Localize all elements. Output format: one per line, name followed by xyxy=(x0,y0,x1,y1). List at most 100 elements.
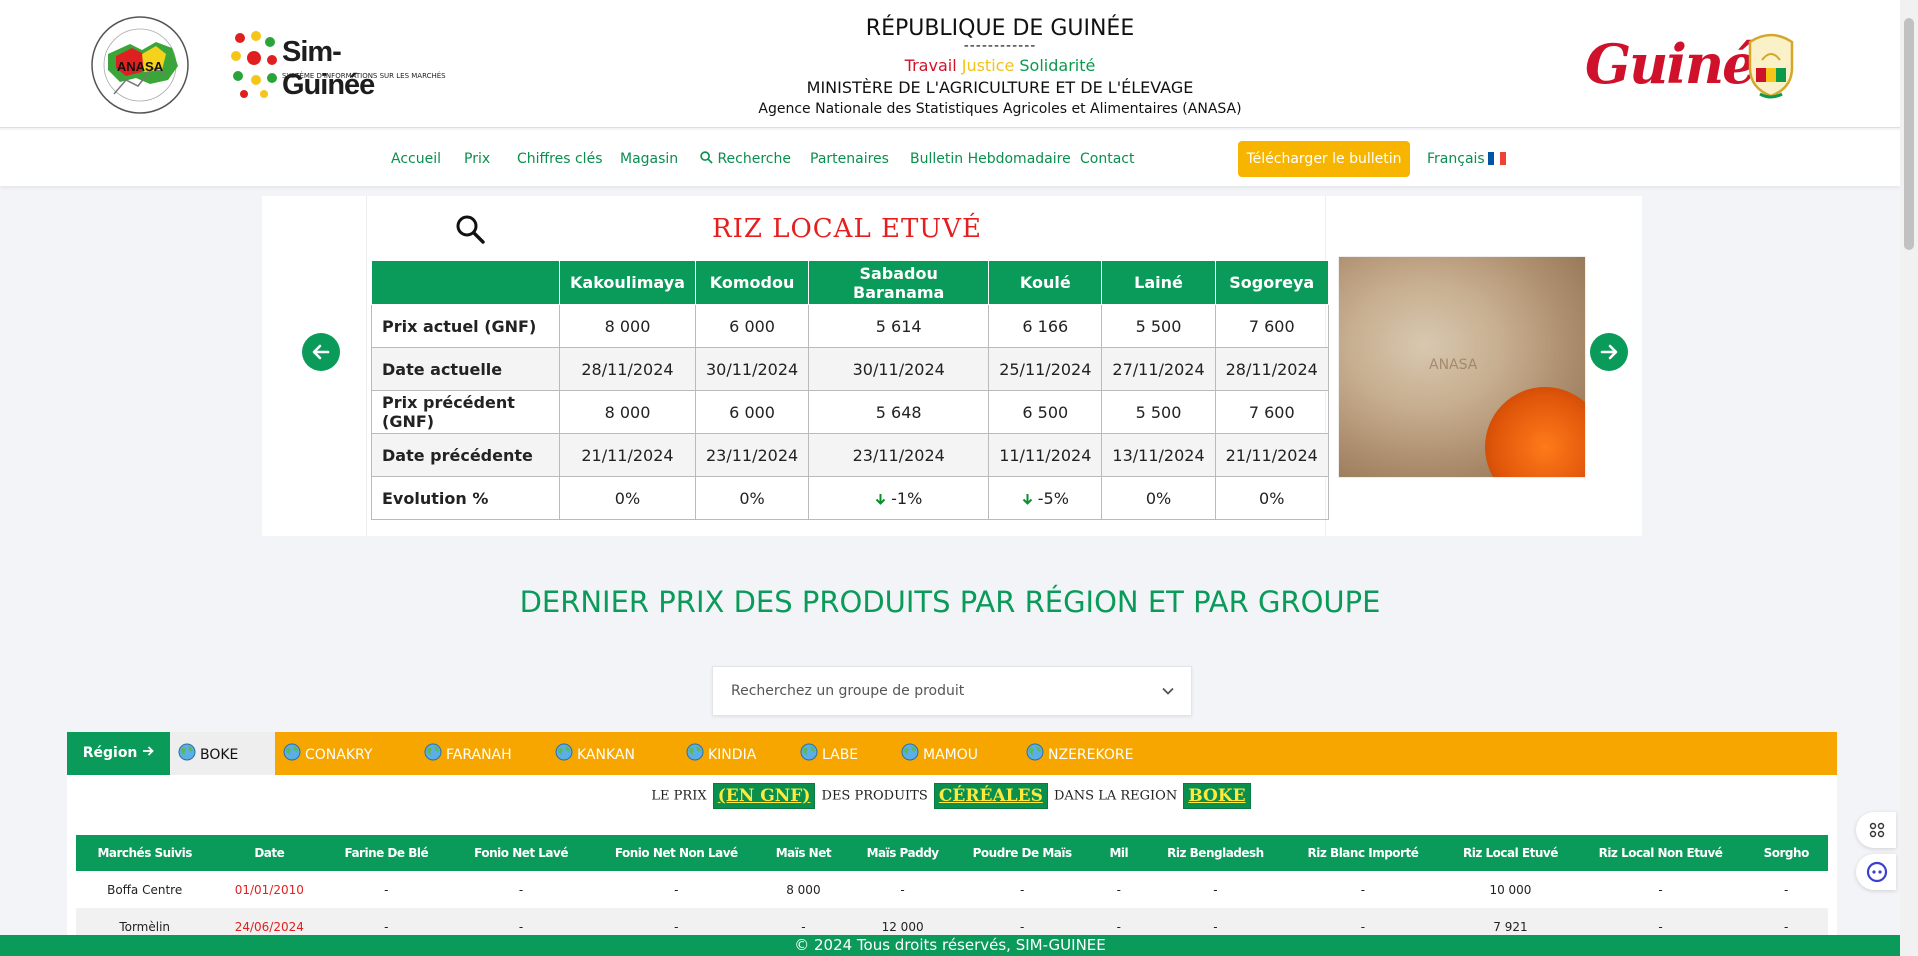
date-cell: 23/11/2024 xyxy=(808,433,990,477)
product-group-select[interactable]: Recherchez un groupe de produit xyxy=(712,666,1192,716)
nav-accueil[interactable]: Accueil xyxy=(391,151,441,167)
tab-nzerekore-label: NZEREKORE xyxy=(1048,747,1134,763)
nav-recherche[interactable]: Recherche xyxy=(700,151,791,167)
market-header: Komodou xyxy=(694,260,810,305)
assistant-button[interactable] xyxy=(1856,854,1896,890)
row-label: Prix actuel (GNF) xyxy=(371,304,560,348)
sitemap-button[interactable] xyxy=(1856,812,1896,848)
motto-justice: Justice xyxy=(961,56,1015,75)
download-bulletin-button[interactable]: Télécharger le bulletin xyxy=(1238,141,1410,177)
market-header: Lainé xyxy=(1101,260,1216,305)
arrow-down-icon xyxy=(875,493,886,505)
column-header: Sorgho xyxy=(1744,835,1828,871)
date-cell: 11/11/2024 xyxy=(988,433,1103,477)
column-header: Marchés Suivis xyxy=(76,835,214,871)
evolution-cell: -1% xyxy=(808,476,990,520)
product-image: ANASA xyxy=(1338,256,1586,478)
nav-contact[interactable]: Contact xyxy=(1080,151,1134,167)
price-cell: 5 500 xyxy=(1101,390,1216,434)
phrase-part: DANS LA REGION xyxy=(1053,788,1178,804)
price-cell: 5 614 xyxy=(808,304,990,348)
tab-nzerekore[interactable]: NZEREKORE xyxy=(1018,732,1134,775)
column-header: Maïs Net xyxy=(757,835,850,871)
nav-partenaires[interactable]: Partenaires xyxy=(810,151,889,167)
tab-faranah[interactable]: FARANAH xyxy=(416,732,512,775)
arrow-right-icon xyxy=(143,746,155,756)
region-prices-panel: LE PRIX (EN GNF) DES PRODUITS CÉRÉALES D… xyxy=(67,775,1837,945)
tab-faranah-label: FARANAH xyxy=(446,747,512,763)
globe-icon xyxy=(424,743,442,761)
row-label: Date actuelle xyxy=(371,347,560,391)
product-image-decoration xyxy=(1485,387,1585,477)
search-icon xyxy=(700,151,713,164)
column-header: Poudre De Maïs xyxy=(956,835,1089,871)
arrow-left-icon xyxy=(312,344,330,360)
sim-guinee-logo[interactable]: Sim-Guinée SYSTÈME D'INFORMATIONS SUR LE… xyxy=(230,30,446,101)
tab-conakry-label: CONAKRY xyxy=(305,747,373,763)
date-cell: 27/11/2024 xyxy=(1101,347,1216,391)
nav-prix[interactable]: Prix xyxy=(464,151,490,167)
language-selector[interactable]: Français xyxy=(1427,151,1485,167)
arrow-down-icon xyxy=(1022,493,1032,505)
tab-labe[interactable]: LABE xyxy=(792,732,858,775)
nav-recherche-label: Recherche xyxy=(717,151,791,167)
table-row: Prix actuel (GNF) 8 000 6 000 5 614 6 16… xyxy=(371,304,1329,348)
select-placeholder: Recherchez un groupe de produit xyxy=(731,683,965,699)
price-cell: - xyxy=(1116,882,1121,897)
tab-kindia-label: KINDIA xyxy=(708,747,757,763)
price-cell: - xyxy=(1658,882,1663,897)
tab-mamou[interactable]: MAMOU xyxy=(893,732,978,775)
tab-kankan[interactable]: KANKAN xyxy=(547,732,635,775)
french-flag-icon[interactable] xyxy=(1488,152,1506,165)
product-image-watermark: ANASA xyxy=(1429,357,1478,373)
price-cell: - xyxy=(1019,882,1025,897)
grid-icon xyxy=(1869,822,1885,838)
price-cell: 8 000 xyxy=(786,882,821,897)
phrase-part: DES PRODUITS xyxy=(821,788,928,804)
table-row: Boffa Centre 01/01/2010 - - - 8 000 - - … xyxy=(76,871,1828,908)
sim-logo-text: Sim-Guinée xyxy=(282,36,375,101)
date-cell: 30/11/2024 xyxy=(694,347,810,391)
evolution-cell: 0% xyxy=(694,476,810,520)
motto-travail: Travail xyxy=(904,56,957,75)
table-row: Date actuelle 28/11/2024 30/11/2024 30/1… xyxy=(371,347,1329,391)
markets-price-table: Marchés Suivis Date Farine De Blé Fonio … xyxy=(76,835,1828,945)
tab-conakry[interactable]: CONAKRY xyxy=(275,732,372,775)
date-cell: 28/11/2024 xyxy=(1214,347,1329,391)
globe-icon xyxy=(178,743,196,761)
title-separator: ------------ xyxy=(963,38,1037,54)
carousel-next-button[interactable] xyxy=(1590,333,1628,371)
market-header: Koulé xyxy=(988,260,1103,305)
tab-boke[interactable]: BOKE xyxy=(170,732,275,775)
column-header: Fonio Net Lavé xyxy=(447,835,595,871)
agence-title: Agence Nationale des Statistiques Agrico… xyxy=(758,101,1242,117)
column-header: Date xyxy=(213,835,326,871)
anasa-logo[interactable]: ANASA xyxy=(70,14,210,116)
price-cell: 7 600 xyxy=(1214,304,1329,348)
unit-highlight: (EN GNF) xyxy=(712,783,816,809)
nav-magasin[interactable]: Magasin xyxy=(620,151,678,167)
row-label: Date précédente xyxy=(371,433,560,477)
page-scrollbar[interactable] xyxy=(1900,0,1918,956)
table-row: Date précédente 21/11/2024 23/11/2024 23… xyxy=(371,433,1329,477)
globe-icon xyxy=(686,743,704,761)
price-header-empty xyxy=(371,260,560,305)
table-row: Evolution % 0% 0% -1% -5% 0% 0% xyxy=(371,476,1329,520)
column-header: Mil xyxy=(1088,835,1150,871)
market-header: Sogoreya xyxy=(1214,260,1329,305)
price-cell: 6 500 xyxy=(988,390,1103,434)
price-cell: - xyxy=(1213,882,1218,897)
price-cell: 6 166 xyxy=(988,304,1103,348)
bot-icon xyxy=(1866,861,1888,883)
price-cell: 8 000 xyxy=(559,304,696,348)
nav-chiffres-cles[interactable]: Chiffres clés xyxy=(517,151,602,167)
carousel-prev-button[interactable] xyxy=(302,333,340,371)
main-navigation: Accueil Prix Chiffres clés Magasin Reche… xyxy=(0,130,1900,186)
chevron-down-icon xyxy=(1162,687,1174,695)
region-label: Région xyxy=(67,732,170,775)
scrollbar-thumb[interactable] xyxy=(1904,18,1914,250)
nav-bulletin-hebdomadaire[interactable]: Bulletin Hebdomadaire xyxy=(910,151,1071,167)
tab-kindia[interactable]: KINDIA xyxy=(678,732,756,775)
price-cell: 7 600 xyxy=(1214,390,1329,434)
date-cell: 13/11/2024 xyxy=(1101,433,1216,477)
